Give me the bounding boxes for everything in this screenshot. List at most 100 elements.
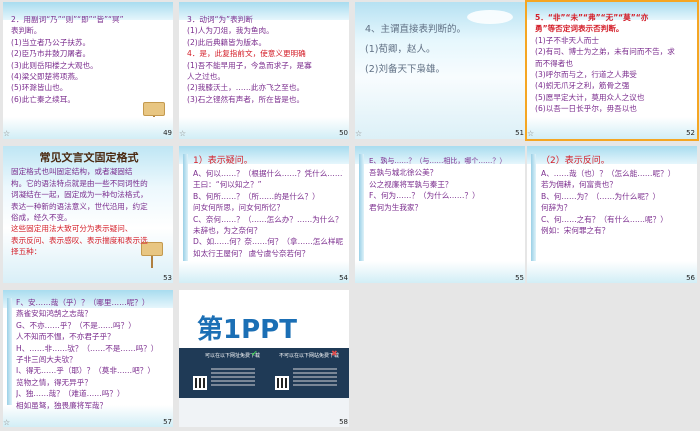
slide-text-line: B、何……为？（……为什么呢？） xyxy=(541,191,661,201)
slide-thumbnail-55[interactable]: E、孰与……？（与……相比，哪个……？） 吾孰与城北徐公美？ 公之视廉将军孰与秦… xyxy=(355,146,525,283)
slide-text-line: J、独……哉？（难道……吗？） xyxy=(16,389,125,399)
side-panel-decoration xyxy=(183,154,188,274)
slide-thumbnail-52[interactable]: 5．“非”“未”“弗”“无”“莫”“亦 勇”等否定词表示否判断。 (1)子不非天… xyxy=(525,0,699,141)
slide-text-line: H、……非……欤？（……不是……吗？） xyxy=(16,343,159,353)
slide-number: 53 xyxy=(163,274,172,282)
side-panel-decoration xyxy=(531,154,536,274)
slide-text-line: E、孰与……？（与……相比，哪个……？） xyxy=(369,157,507,165)
slide-text-line: (5)环滁皆山也。 xyxy=(11,83,68,93)
slide-number: 55 xyxy=(515,274,524,282)
slide-thumbnail-51[interactable]: 4、主谓直接表判断的。 (1)荀卿，赵人。 (2)刘备天下枭雄。 xyxy=(355,2,525,139)
download-caption-right: 不可以在以下网站免费下载 xyxy=(279,353,340,359)
slide-thumbnail-50[interactable]: 3．动词“为”表判断 (1)人为刀俎，我为鱼肉。 (2)此后典籍皆为版本。 4．… xyxy=(179,2,349,139)
side-panel-decoration xyxy=(7,298,12,418)
slide-thumbnail-54[interactable]: 1）表示疑问。 A、何以……？（根据什么……？凭什么……？） 王曰：“何以知之？… xyxy=(179,146,349,283)
slide-text-line: (1)荀卿，赵人。 xyxy=(365,44,436,55)
slide-text-line: 1）表示疑问。 xyxy=(193,156,253,166)
slide-text-line: 问女何所思，问女何所忆？ xyxy=(193,203,285,213)
slide-text-line: (1)当立者乃公子扶苏。 xyxy=(11,37,91,47)
slide-text-line: I、得无……乎（耶）？（莫非……吧？） xyxy=(16,366,155,376)
slide-number: 50 xyxy=(339,129,348,137)
slide-title: 常见文言文固定格式 xyxy=(39,152,139,164)
slide-text-line: 王曰：“何以知之？” xyxy=(193,180,262,190)
slide-text-line: 4．是，此复指前文，使意义更明确 xyxy=(187,49,306,59)
star-icon[interactable]: ☆ xyxy=(179,129,186,138)
slide-text-line: 若为佣耕，何富贵也？ xyxy=(541,180,617,190)
slide-text-line: A、何以……？（根据什么……？凭什么……？） xyxy=(193,169,343,178)
slide-text-line: 子非三闾大夫欤？ xyxy=(16,355,77,365)
slide-text-line: (1)子不非天人而士 xyxy=(535,35,599,45)
slide-text-line: F、安……哉（乎）？（哪里……呢？） xyxy=(16,298,150,307)
slide-text-line: 择五种： xyxy=(11,247,42,257)
slide-text-line: 俗成，经久不变。 xyxy=(11,213,72,223)
slide-thumbnail-56[interactable]: （2）表示反问。 A、……哉（也）？（怎么能……呢？） 若为佣耕，何富贵也？ B… xyxy=(527,146,697,283)
slide-text-line: 固定格式也叫固定结构，或者凝固结 xyxy=(11,167,133,177)
slide-number: 52 xyxy=(686,129,695,137)
slide-text-line: (2)我膝沃土，……此亦飞之至也。 xyxy=(187,83,305,93)
slide-text-line: (6)以吾一日长乎尔，毋吾以也 xyxy=(535,104,637,114)
slide-number: 57 xyxy=(163,418,172,426)
slide-text-line: （2）表示反问。 xyxy=(541,156,610,166)
cross-icon: ✖ xyxy=(331,349,338,358)
check-icon: ✔ xyxy=(251,349,258,358)
slide-text-line: 这些固定用法大致可分为表示疑问、 xyxy=(11,224,133,234)
qr-code-icon xyxy=(193,376,207,390)
slide-text-line: 例如：宋何罪之有？ xyxy=(541,226,610,236)
url-list-right xyxy=(293,368,337,388)
star-icon[interactable]: ☆ xyxy=(3,418,10,427)
slide-text-line: 公之视廉将军孰与秦王？ xyxy=(369,179,453,189)
slide-text-line: B、何所……？（所……的是什么？） xyxy=(193,191,320,201)
star-icon[interactable]: ☆ xyxy=(527,129,534,138)
url-list-left xyxy=(211,368,255,388)
slide-text-line: (2)刘备天下枭雄。 xyxy=(365,64,445,75)
footer-band xyxy=(179,398,349,427)
slide-text-line: 3．动词“为”表判断 xyxy=(187,15,253,24)
slide-number: 49 xyxy=(163,129,172,137)
slide-text-line: (2)此后典籍皆为版本。 xyxy=(187,37,267,47)
slide-number: 54 xyxy=(339,274,348,282)
slide-text-line: 人之过也。 xyxy=(187,72,225,82)
slide-text-line: (1)人为刀俎，我为鱼肉。 xyxy=(187,26,274,36)
slide-text-line: (5)愿早定大计，莫用众人之议也 xyxy=(535,92,645,102)
slide-text-line: G、不亦……乎？（不是……吗？） xyxy=(16,320,136,330)
slide-number: 58 xyxy=(339,418,348,426)
slide-text-line: F、何为……？（为什么……？） xyxy=(369,191,480,201)
side-panel-decoration xyxy=(359,154,364,274)
slide-text-line: (2)臣乃市井鼓刀屠者。 xyxy=(11,49,91,59)
slide-text-line: 吾孰与城北徐公美？ xyxy=(369,168,438,178)
slide-thumbnail-57[interactable]: F、安……哉（乎）？（哪里……呢？） 燕雀安知鸿鹄之志哉？ G、不亦……乎？（不… xyxy=(3,290,173,427)
qr-code-icon xyxy=(275,376,289,390)
slide-text-line: 词凝结在一起，固定成为一种句法格式， xyxy=(11,190,148,200)
slide-text-line: 览物之情，得无异乎？ xyxy=(16,377,92,387)
slide-thumbnail-49[interactable]: 2．用副词“乃”“则”“即”“皆”“冥” 表判断。 (1)当立者乃公子扶苏。 (… xyxy=(3,2,173,139)
slide-text-line: 表达一种新的语法意义，世代沿用，约定 xyxy=(11,201,148,211)
slide-text-line: 表示反问、表示感叹、表示揣度和表示选 xyxy=(11,235,148,245)
brand-logo-graphic: 第1PPT xyxy=(189,314,339,345)
slide-text-line: (2)有司、博士为之弟，未有问而不告，求 xyxy=(535,47,675,57)
star-icon[interactable]: ☆ xyxy=(3,129,10,138)
slide-text-line: 燕雀安知鸿鹄之志哉？ xyxy=(16,309,92,319)
slide-thumbnail-53[interactable]: 常见文言文固定格式 固定格式也叫固定结构，或者凝固结 构。它的语法特点就是由一些… xyxy=(3,146,173,283)
slide-text-line: 如太行王屋何？ 虞兮虞兮奈若何？ xyxy=(193,248,310,258)
slide-text-line: 何辞为？ xyxy=(541,203,572,213)
slide-text-line: 5．“非”“未”“弗”“无”“莫”“亦 xyxy=(535,13,649,22)
slide-text-line: D、如……何？奈……何？（拿……怎么样呢？） xyxy=(193,237,343,247)
slide-text-line: 表判断。 xyxy=(11,26,42,36)
slide-text-line: (4)梁父即楚将项燕。 xyxy=(11,72,83,82)
brand-logo: 第1PPT xyxy=(189,308,339,348)
slide-text-line: 相如虽驽，独畏廉将军哉？ xyxy=(16,400,108,410)
star-icon[interactable]: ☆ xyxy=(355,129,362,138)
slide-text-line: C、奈何……？（……怎么办？……为什么？） xyxy=(193,214,343,224)
slide-text-line: 构。它的语法特点就是由一些不同词性的 xyxy=(11,178,148,188)
slide-text-line: 未辞也，为之奈何？ xyxy=(193,226,262,236)
slide-text-line: (1)吾不能早用子，今急而求子，是寡 xyxy=(187,60,312,70)
slide-text-line: 勇”等否定词表示否判断。 xyxy=(535,24,624,34)
slide-text-line: (3)呼尔而与之，行道之人弗受 xyxy=(535,70,637,80)
slide-number: 56 xyxy=(686,274,695,282)
slide-thumbnail-58[interactable]: 第1PPT 可以在以下网址免费下载 ✔ 不可以在以下网站免费下载 ✖ xyxy=(179,290,349,427)
slide-text-line: C、何……之有？（有什么……呢？） xyxy=(541,214,668,224)
slide-text-line: (3)此则岳阳楼之大观也。 xyxy=(11,60,98,70)
slide-text-line: 2．用副词“乃”“则”“即”“皆”“冥” xyxy=(11,15,124,24)
slide-text-line: 人不知而不愠，不亦君子乎？ xyxy=(16,332,115,342)
slide-text-line: 君何为生我家？ xyxy=(369,202,423,212)
